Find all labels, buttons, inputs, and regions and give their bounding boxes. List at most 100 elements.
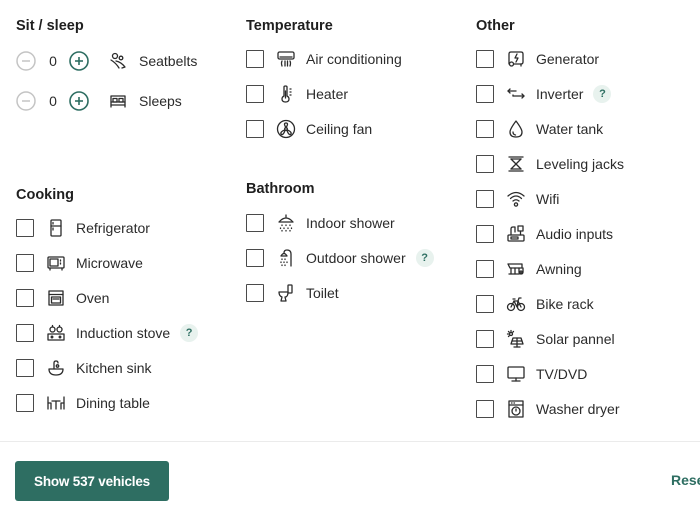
section-title-cooking: Cooking [16, 187, 74, 203]
ceiling-fan-label: Ceiling fan [306, 121, 373, 137]
ceiling-fan-checkbox[interactable] [246, 120, 264, 138]
tv-dvd-checkbox[interactable] [476, 365, 494, 383]
checkbox-row-indoor-shower[interactable]: Indoor shower [246, 211, 395, 235]
refrigerator-checkbox[interactable] [16, 219, 34, 237]
checkbox-row-solar-panel[interactable]: Solar pannel [476, 327, 615, 351]
section-title-other: Other [476, 18, 515, 34]
microwave-icon [45, 252, 67, 274]
solar-panel-checkbox[interactable] [476, 330, 494, 348]
sleeps-label: Sleeps [139, 93, 182, 109]
stepper-sleeps: 0 Sleeps [16, 89, 182, 113]
checkbox-row-bike-rack[interactable]: Bike rack [476, 292, 594, 316]
tv-dvd-label: TV/DVD [536, 366, 588, 382]
seatbelts-label: Seatbelts [139, 53, 198, 69]
decrement-seatbelts-button[interactable] [16, 51, 36, 71]
checkbox-row-air-conditioning[interactable]: Air conditioning [246, 47, 402, 71]
washer-dryer-icon [505, 398, 527, 420]
checkbox-row-toilet[interactable]: Toilet [246, 281, 339, 305]
checkbox-row-leveling-jacks[interactable]: Leveling jacks [476, 152, 624, 176]
indoor-shower-label: Indoor shower [306, 215, 395, 231]
stepper-seatbelts: 0 Seatbelts [16, 49, 197, 73]
oven-checkbox[interactable] [16, 289, 34, 307]
checkbox-row-oven[interactable]: Oven [16, 286, 109, 310]
awning-checkbox[interactable] [476, 260, 494, 278]
kitchen-sink-label: Kitchen sink [76, 360, 152, 376]
microwave-label: Microwave [76, 255, 143, 271]
sleeps-count: 0 [49, 93, 57, 109]
wifi-label: Wifi [536, 191, 560, 207]
awning-icon [505, 258, 527, 280]
toilet-icon [275, 282, 297, 304]
section-title-sit-sleep: Sit / sleep [16, 18, 84, 34]
water-tank-checkbox[interactable] [476, 120, 494, 138]
checkbox-row-awning[interactable]: Awning [476, 257, 582, 281]
induction-stove-icon [45, 322, 67, 344]
checkbox-row-water-tank[interactable]: Water tank [476, 117, 603, 141]
water-tank-label: Water tank [536, 121, 604, 137]
outdoor-shower-checkbox[interactable] [246, 249, 264, 267]
oven-icon [45, 287, 67, 309]
inverter-help-icon[interactable]: ? [593, 85, 612, 103]
checkbox-row-generator[interactable]: Generator [476, 47, 599, 71]
checkbox-row-outdoor-shower[interactable]: Outdoor shower ? [246, 246, 434, 270]
refrigerator-icon [45, 217, 67, 239]
decrement-sleeps-button[interactable] [16, 91, 36, 111]
wifi-checkbox[interactable] [476, 190, 494, 208]
seatbelt-icon [107, 50, 129, 72]
dining-table-icon [45, 392, 67, 414]
increment-seatbelts-button[interactable] [69, 51, 89, 71]
awning-label: Awning [536, 261, 582, 277]
checkbox-row-heater[interactable]: Heater [246, 82, 348, 106]
checkbox-row-microwave[interactable]: Microwave [16, 251, 143, 275]
audio-inputs-icon [505, 223, 527, 245]
air-conditioning-checkbox[interactable] [246, 50, 264, 68]
footer-divider [0, 441, 700, 442]
generator-checkbox[interactable] [476, 50, 494, 68]
indoor-shower-checkbox[interactable] [246, 214, 264, 232]
leveling-jacks-checkbox[interactable] [476, 155, 494, 173]
checkbox-row-wifi[interactable]: Wifi [476, 187, 559, 211]
bike-rack-label: Bike rack [536, 296, 594, 312]
bike-rack-checkbox[interactable] [476, 295, 494, 313]
air-conditioning-label: Air conditioning [306, 51, 402, 67]
leveling-jacks-label: Leveling jacks [536, 156, 624, 172]
checkbox-row-kitchen-sink[interactable]: Kitchen sink [16, 356, 151, 380]
section-title-temperature: Temperature [246, 18, 333, 34]
reset-link[interactable]: Reset [671, 472, 700, 488]
dining-table-label: Dining table [76, 395, 150, 411]
washer-dryer-label: Washer dryer [536, 401, 620, 417]
indoor-shower-icon [275, 212, 297, 234]
toilet-checkbox[interactable] [246, 284, 264, 302]
section-title-bathroom: Bathroom [246, 181, 315, 197]
refrigerator-label: Refrigerator [76, 220, 150, 236]
audio-inputs-checkbox[interactable] [476, 225, 494, 243]
checkbox-row-washer-dryer[interactable]: Washer dryer [476, 397, 620, 421]
checkbox-row-audio-inputs[interactable]: Audio inputs [476, 222, 613, 246]
washer-dryer-checkbox[interactable] [476, 400, 494, 418]
checkbox-row-refrigerator[interactable]: Refrigerator [16, 216, 150, 240]
dining-table-checkbox[interactable] [16, 394, 34, 412]
bed-icon [107, 90, 129, 112]
outdoor-shower-help-icon[interactable]: ? [415, 249, 434, 267]
increment-sleeps-button[interactable] [69, 91, 89, 111]
microwave-checkbox[interactable] [16, 254, 34, 272]
outdoor-shower-label: Outdoor shower [306, 250, 406, 266]
checkbox-row-inverter[interactable]: Inverter ? [476, 82, 612, 106]
checkbox-row-ceiling-fan[interactable]: Ceiling fan [246, 117, 372, 141]
kitchen-sink-checkbox[interactable] [16, 359, 34, 377]
oven-label: Oven [76, 290, 110, 306]
heater-checkbox[interactable] [246, 85, 264, 103]
audio-inputs-label: Audio inputs [536, 226, 614, 242]
air-conditioning-icon [275, 48, 297, 70]
inverter-checkbox[interactable] [476, 85, 494, 103]
solar-panel-icon [505, 328, 527, 350]
induction-stove-help-icon[interactable]: ? [180, 324, 199, 342]
checkbox-row-induction-stove[interactable]: Induction stove ? [16, 321, 199, 345]
checkbox-row-dining-table[interactable]: Dining table [16, 391, 150, 415]
leveling-jacks-icon [505, 153, 527, 175]
induction-stove-checkbox[interactable] [16, 324, 34, 342]
generator-icon [505, 48, 527, 70]
thermometer-icon [275, 83, 297, 105]
show-vehicles-button[interactable]: Show 537 vehicles [15, 461, 169, 501]
checkbox-row-tv-dvd[interactable]: TV/DVD [476, 362, 587, 386]
